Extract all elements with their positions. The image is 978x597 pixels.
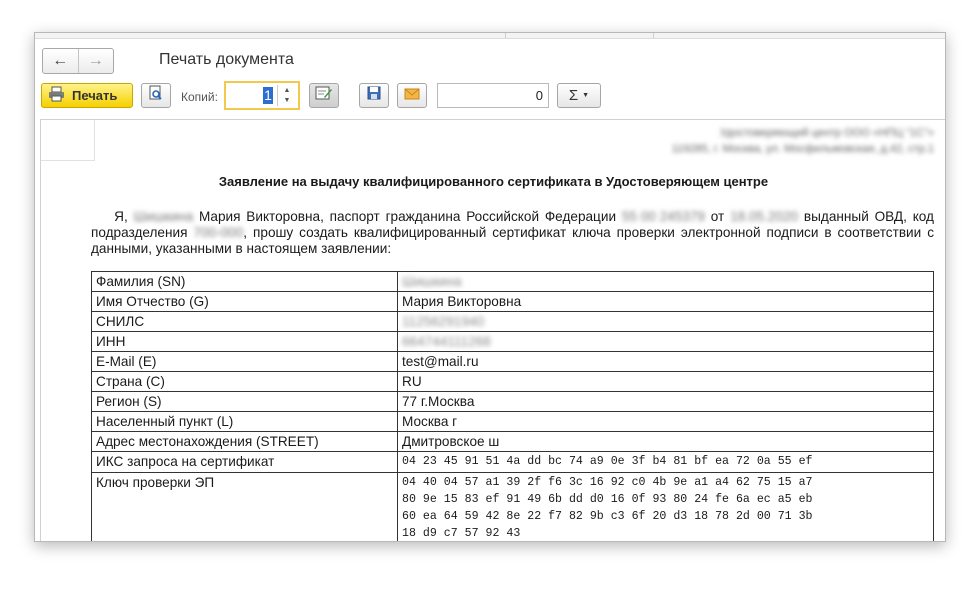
table-cell-value: Шишкина [397, 271, 934, 292]
table-row: Населенный пункт (L) Москва г [91, 411, 934, 432]
table-cell-value: 11256291940 [397, 311, 934, 332]
table-row: Регион (S) 77 г.Москва [91, 391, 934, 412]
table-cell-key: Страна (C) [91, 371, 398, 392]
edit-pencil-icon [315, 85, 333, 106]
table-cell-key: ИНН [91, 331, 398, 352]
table-row: Адрес местонахождения (STREET) Дмитровск… [91, 431, 934, 452]
table-cell-key: Ключ проверки ЭП [91, 472, 398, 541]
table-cell-value: RU [397, 371, 934, 392]
table-cell-key: СНИЛС [91, 311, 398, 332]
table-cell-value: 04 40 04 57 a1 39 2f f6 3c 16 92 c0 4b 9… [397, 472, 934, 541]
table-cell-key: E-Mail (E) [91, 351, 398, 372]
intro-paragraph: Я, Шишкина Мария Викторовна, паспорт гра… [91, 209, 934, 257]
document-title: Заявление на выдачу квалифицированного с… [218, 174, 769, 189]
intro-text-1: Я, [114, 209, 128, 224]
table-row: Фамилия (SN) Шишкина [91, 271, 934, 292]
print-button-label: Печать [72, 88, 118, 103]
sum-field[interactable]: 0 [437, 83, 549, 108]
table-cell-key: Адрес местонахождения (STREET) [91, 431, 398, 452]
copies-value: 1 [264, 87, 272, 103]
surname-value-blurred: Шишкина [402, 274, 462, 289]
public-key-line: 18 d9 c7 57 92 43 [402, 527, 521, 540]
envelope-icon [404, 87, 420, 105]
printer-icon [48, 86, 66, 105]
table-cell-key: Населенный пункт (L) [91, 411, 398, 432]
spin-down-icon[interactable]: ▼ [284, 97, 291, 104]
arrow-right-icon: → [87, 52, 104, 69]
public-key-line: 80 9e 15 83 ef 91 49 6b dd d0 16 0f 93 8… [402, 493, 813, 506]
date-blurred: 18.05.2020 [730, 209, 799, 224]
table-row: ИНН 664744111268 [91, 331, 934, 352]
top-strip-divider [653, 33, 654, 38]
print-button[interactable]: Печать [41, 83, 133, 108]
table-cell-key: Регион (S) [91, 391, 398, 412]
sigma-icon: Σ [568, 87, 579, 104]
send-email-button[interactable] [397, 83, 427, 108]
public-key-line: 04 40 04 57 a1 39 2f f6 3c 16 92 c0 4b 9… [402, 476, 813, 489]
top-strip-divider [505, 33, 506, 38]
inn-value-blurred: 664744111268 [402, 334, 491, 349]
table-row: E-Mail (E) test@mail.ru [91, 351, 934, 372]
magnifier-page-icon [148, 85, 164, 106]
arrow-left-icon: ← [52, 52, 69, 69]
chevron-down-icon: ▼ [582, 92, 590, 99]
ca-name: Удостоверяющий центр ООО «НПЦ "1С"» [719, 127, 934, 139]
edit-document-button[interactable] [309, 83, 339, 108]
spin-up-icon[interactable]: ▲ [284, 87, 291, 94]
public-key-line: 60 ea 64 59 42 8e 22 f7 82 9b c3 6f 20 d… [402, 510, 813, 523]
certificate-data-table: Фамилия (SN) Шишкина Имя Отчество (G) Ма… [91, 271, 934, 541]
table-cell-value: 664744111268 [397, 331, 934, 352]
table-row: Страна (C) RU [91, 371, 934, 392]
table-row: ИКС запроса на сертификат 04 23 45 91 51… [91, 451, 934, 473]
table-cell-value: Москва г [397, 411, 934, 432]
table-cell-value: Дмитровское ш [397, 431, 934, 452]
copies-value-selection: 1 [263, 87, 273, 104]
navigation-buttons: ← → [42, 48, 114, 74]
table-row: Имя Отчество (G) Мария Викторовна [91, 291, 934, 312]
spreadsheet-document[interactable]: Удостоверяющий центр ООО «НПЦ "1С"» 1192… [40, 119, 945, 541]
code-blurred: 700-000 [193, 225, 244, 240]
surname-blurred: Шишкина [133, 209, 194, 224]
table-cell-value: 04 23 45 91 51 4a dd bc 74 a9 0e 3f b4 8… [397, 451, 934, 473]
table-cell-value: 77 г.Москва [397, 391, 934, 412]
floppy-disk-icon [367, 86, 381, 105]
preview-button[interactable] [141, 83, 171, 108]
ca-address: 119285, г. Москва, ул. Мосфильмовская, д… [671, 143, 934, 155]
sheet-corner-cell [41, 120, 95, 161]
sum-menu-button[interactable]: Σ ▼ [557, 83, 601, 108]
intro-text-2: Мария Викторовна, паспорт гражданина Рос… [198, 209, 617, 224]
copies-label: Копий: [181, 90, 218, 104]
passport-blurred: 55 00 245379 [621, 209, 705, 224]
snils-value-blurred: 11256291940 [402, 314, 485, 329]
table-cell-value: test@mail.ru [397, 351, 934, 372]
forward-button[interactable]: → [77, 49, 114, 73]
copies-stepper[interactable]: ▲ ▼ [277, 85, 296, 106]
save-button[interactable] [359, 83, 389, 108]
table-row: СНИЛС 11256291940 [91, 311, 934, 332]
copies-input[interactable]: 1 ▲ ▼ [224, 81, 300, 110]
table-cell-key: ИКС запроса на сертификат [91, 451, 398, 473]
intro-text-3: от [710, 209, 725, 224]
table-row: Ключ проверки ЭП 04 40 04 57 a1 39 2f f6… [91, 472, 934, 541]
print-document-window: ← → Печать документа Печать Копий: 1 ▲ ▼… [34, 32, 946, 542]
table-cell-key: Фамилия (SN) [91, 271, 398, 292]
window-top-strip [35, 33, 945, 39]
back-button[interactable]: ← [43, 49, 78, 73]
table-cell-key: Имя Отчество (G) [91, 291, 398, 312]
window-title: Печать документа [159, 51, 294, 68]
table-cell-value: Мария Викторовна [397, 291, 934, 312]
